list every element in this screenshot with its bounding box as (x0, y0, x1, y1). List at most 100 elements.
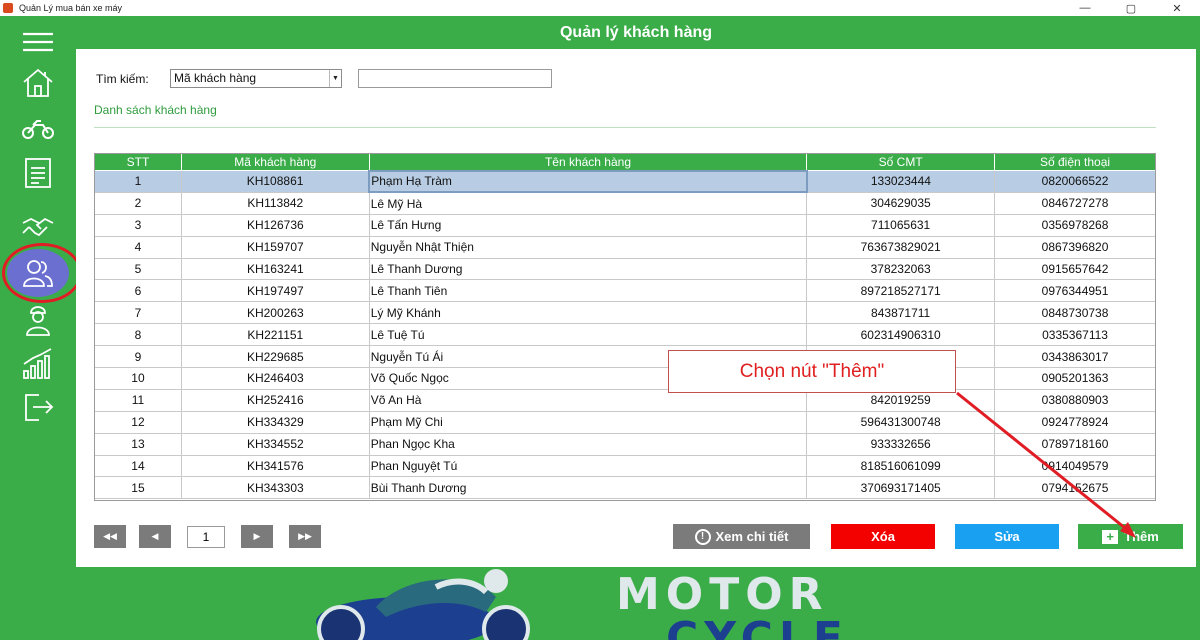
add-label: Thêm (1124, 529, 1159, 544)
cell-customer-id: KH159707 (180, 235, 370, 259)
table-row[interactable]: 12 KH334329 Phạm Mỹ Chi 596431300748 0924778… (94, 410, 1156, 434)
sidebar-item-logout[interactable] (0, 385, 76, 429)
cell-phone: 0976344951 (994, 279, 1156, 303)
page-number-field[interactable]: 1 (187, 526, 225, 548)
table-row[interactable]: 10 KH246403 Võ Quốc Ngọc 0905201363 (94, 367, 1156, 390)
cell-customer-id: KH221151 (180, 323, 370, 347)
window-controls: — ▢ ✕ (1062, 0, 1200, 16)
edit-button[interactable]: Sửa (955, 524, 1059, 549)
motorcycle-logo: MOTOR CYCLE (316, 569, 843, 640)
cell-phone: 0356978268 (994, 213, 1156, 237)
cell-customer-id: KH197497 (180, 279, 370, 303)
cell-phone: 0914049579 (994, 454, 1156, 478)
customers-icon (23, 260, 53, 287)
cell-id-card: 711065631 (806, 213, 996, 237)
cell-customer-name: Lê Mỹ Hà (368, 191, 808, 215)
chevron-down-icon[interactable]: ▼ (329, 70, 341, 87)
maximize-button[interactable]: ▢ (1108, 0, 1154, 16)
search-label: Tìm kiếm: (96, 72, 149, 86)
cell-id-card: 933332656 (806, 432, 996, 456)
prev-page-button[interactable]: ◀ (139, 525, 171, 548)
cell-customer-name: Lê Tuệ Tú (368, 323, 808, 347)
cell-customer-id: KH126736 (180, 213, 370, 237)
cell-customer-name: Lê Thanh Tiên (368, 279, 808, 303)
table-row[interactable]: 3 KH126736 Lê Tấn Hưng 711065631 0356978268 (94, 213, 1156, 237)
edit-label: Sửa (994, 529, 1020, 544)
table-row[interactable]: 2 KH113842 Lê Mỹ Hà 304629035 0846727278 (94, 191, 1156, 215)
table-body: 1 KH108861 Phạm Hạ Tràm 133023444 0820066522… (94, 169, 1156, 500)
cell-customer-id: KH252416 (180, 388, 370, 412)
page-title: Quản lý khách hàng (559, 23, 713, 41)
window-title: Quản Lý mua bán xe máy (19, 3, 123, 13)
cell-id-card: 897218527171 (806, 279, 996, 303)
home-icon (23, 68, 53, 97)
minimize-button[interactable]: — (1062, 0, 1108, 16)
column-header-id-card[interactable]: Số CMT (806, 153, 996, 171)
cell-phone: 0867396820 (994, 235, 1156, 259)
column-header-stt[interactable]: STT (94, 153, 182, 171)
cell-id-card: 378232063 (806, 257, 996, 281)
cell-customer-name: Lê Tấn Hưng (368, 213, 808, 237)
column-header-customer-name[interactable]: Tên khách hàng (368, 153, 808, 171)
cell-customer-id: KH246403 (180, 367, 370, 390)
sidebar-item-customers[interactable] (0, 249, 76, 297)
sidebar-item-employees[interactable] (0, 298, 76, 342)
search-field-select[interactable]: Mã khách hàng ▼ (170, 69, 342, 88)
delete-label: Xóa (871, 529, 895, 544)
first-page-button[interactable]: ◀◀ (94, 525, 126, 548)
cell-stt: 10 (94, 367, 182, 390)
cell-stt: 11 (94, 388, 182, 412)
search-input[interactable] (358, 69, 552, 88)
app-window: Quản Lý mua bán xe máy — ▢ ✕ Quản lý khá… (0, 0, 1200, 640)
cell-id-card: 304629035 (806, 191, 996, 215)
table-row[interactable]: 4 KH159707 Nguyễn Nhật Thiện 763673829021 08… (94, 235, 1156, 259)
cell-id-card: 843871711 (806, 301, 996, 325)
sidebar-item-invoices[interactable] (0, 151, 76, 195)
table-row[interactable]: 13 KH334552 Phan Ngọc Kha 933332656 07897181… (94, 432, 1156, 456)
cell-stt: 2 (94, 191, 182, 215)
table-header-row: STT Mã khách hàng Tên khách hàng Số CMT … (94, 153, 1156, 171)
table-row[interactable]: 7 KH200263 Lý Mỹ Khánh 843871711 0848730738 (94, 301, 1156, 325)
employee-icon (26, 306, 50, 336)
table-row[interactable]: 11 KH252416 Võ An Hà 842019259 0380880903 (94, 388, 1156, 412)
motorcycle-banner: MOTOR CYCLE (76, 567, 1196, 640)
search-field-selected: Mã khách hàng (174, 71, 257, 85)
table-row[interactable]: 15 KH343303 Bùi Thanh Dương 370693171405 079… (94, 476, 1156, 500)
divider (94, 127, 1156, 128)
cell-customer-name: Nguyễn Nhật Thiện (368, 235, 808, 259)
cell-stt: 7 (94, 301, 182, 325)
table-row[interactable]: 8 KH221151 Lê Tuệ Tú 602314906310 0335367113 (94, 323, 1156, 347)
last-page-button[interactable]: ▶▶ (289, 525, 321, 548)
hamburger-menu-button[interactable] (0, 20, 76, 64)
close-button[interactable]: ✕ (1154, 0, 1200, 16)
cell-customer-name: Phan Ngọc Kha (368, 432, 808, 456)
cell-id-card: 818516061099 (806, 454, 996, 478)
sidebar-item-statistics[interactable] (0, 342, 76, 386)
cell-phone: 0789718160 (994, 432, 1156, 456)
handshake-icon (22, 217, 54, 237)
window-titlebar: Quản Lý mua bán xe máy — ▢ ✕ (0, 0, 1200, 16)
view-detail-button[interactable]: ! Xem chi tiết (673, 524, 810, 549)
cell-stt: 14 (94, 454, 182, 478)
table-row[interactable]: 1 KH108861 Phạm Hạ Tràm 133023444 0820066522 (94, 169, 1156, 194)
column-header-customer-id[interactable]: Mã khách hàng (180, 153, 370, 171)
next-page-button[interactable]: ▶ (241, 525, 273, 548)
table-row[interactable]: 9 KH229685 Nguyễn Tú Ái 0343863017 (94, 345, 1156, 369)
cell-phone: 0905201363 (994, 367, 1156, 390)
cell-customer-id: KH343303 (180, 476, 370, 500)
table-row[interactable]: 6 KH197497 Lê Thanh Tiên 897218527171 097634… (94, 279, 1156, 303)
table-row[interactable]: 14 KH341576 Phan Nguyệt Tú 818516061099 0914… (94, 454, 1156, 478)
sidebar-item-motorbikes[interactable] (0, 106, 76, 150)
cell-customer-name: Bùi Thanh Dương (368, 476, 808, 500)
cell-customer-id: KH229685 (180, 345, 370, 369)
cell-customer-id: KH113842 (180, 191, 370, 215)
customer-table: STT Mã khách hàng Tên khách hàng Số CMT … (94, 153, 1156, 500)
add-button[interactable]: + Thêm (1078, 524, 1183, 549)
active-indicator (7, 249, 69, 297)
statistics-chart-icon (23, 348, 52, 379)
cell-phone: 0846727278 (994, 191, 1156, 215)
delete-button[interactable]: Xóa (831, 524, 935, 549)
table-row[interactable]: 5 KH163241 Lê Thanh Dương 378232063 09156576… (94, 257, 1156, 281)
sidebar-item-home[interactable] (0, 61, 76, 105)
column-header-phone[interactable]: Số điện thoại (994, 153, 1156, 171)
